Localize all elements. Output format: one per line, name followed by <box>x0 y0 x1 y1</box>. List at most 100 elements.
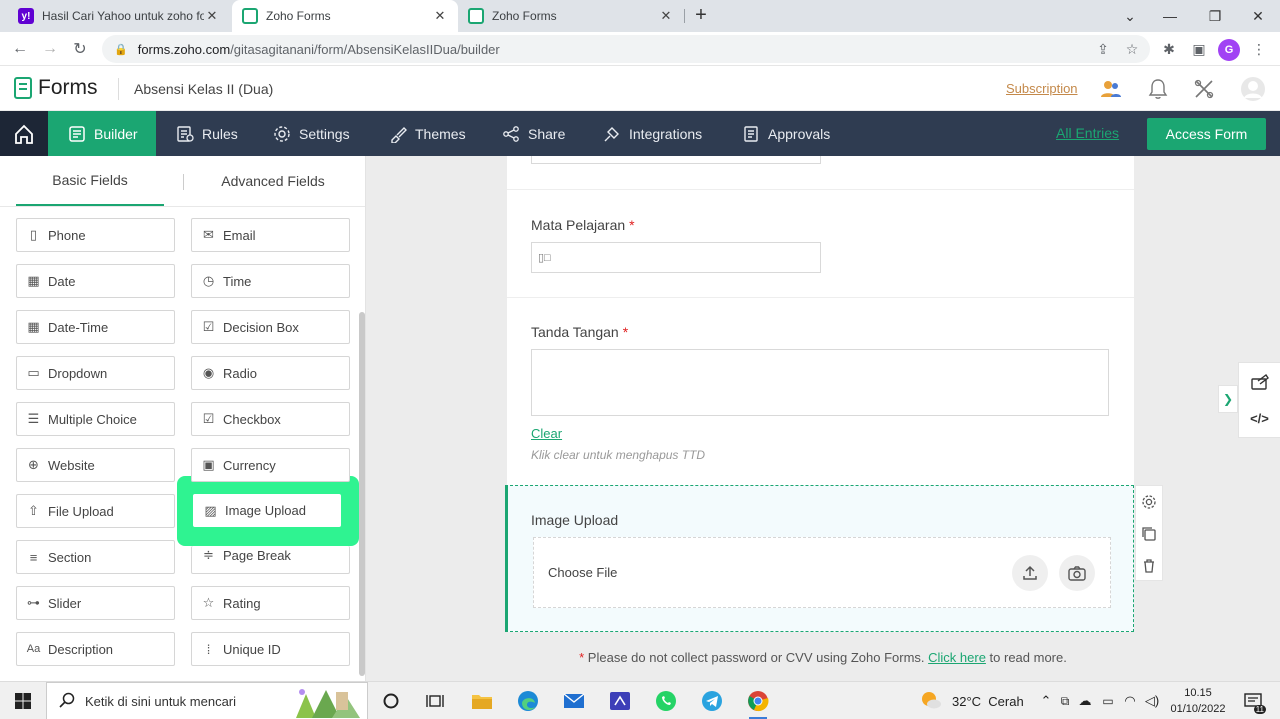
clear-signature-link[interactable]: Clear <box>531 426 562 441</box>
tray-chevron-icon[interactable]: ⌃ <box>1034 682 1058 719</box>
vscode-style-app-icon[interactable] <box>605 686 635 716</box>
cortana-circle-icon[interactable] <box>376 686 406 716</box>
start-button[interactable] <box>0 682 46 719</box>
notification-center-icon[interactable]: 11 <box>1240 682 1266 719</box>
field-email[interactable]: ✉ Email <box>191 218 350 252</box>
close-window-icon[interactable]: ✕ <box>1238 0 1278 32</box>
image-upload-dropzone[interactable]: Choose File <box>533 537 1111 608</box>
url-field[interactable]: 🔒 forms.zoho.com/gitasagitanani/form/Abs… <box>102 35 1150 63</box>
reload-icon[interactable]: ↻ <box>68 37 92 61</box>
click-here-link[interactable]: Click here <box>928 650 986 665</box>
nav-rules[interactable]: Rules <box>176 111 238 156</box>
upload-button[interactable] <box>1012 555 1048 591</box>
edge-browser-icon[interactable] <box>513 686 543 716</box>
field-checkbox[interactable]: ☑ Checkbox <box>191 402 350 436</box>
field-dropdown[interactable]: ▭ Dropdown <box>16 356 175 390</box>
nav-themes[interactable]: Themes <box>389 111 466 156</box>
minimize-icon[interactable]: — <box>1150 0 1190 32</box>
weather-text: 32°C Cerah <box>952 693 1024 709</box>
share-page-icon[interactable]: ⇪ <box>1092 38 1114 60</box>
user-avatar-icon[interactable] <box>1240 76 1266 102</box>
field-date[interactable]: ▦ Date <box>16 264 175 298</box>
close-tab-icon[interactable]: ✕ <box>204 8 220 24</box>
mail-icon[interactable] <box>559 686 589 716</box>
field-date-time[interactable]: ▦ Date-Time <box>16 310 175 344</box>
browser-tab-zoho-forms[interactable]: Zoho Forms ✕ <box>458 0 684 32</box>
nav-approvals[interactable]: Approvals <box>742 111 830 156</box>
field-image-upload[interactable]: ▨ Image Upload <box>193 494 341 527</box>
back-icon[interactable]: ← <box>8 37 32 61</box>
restore-icon[interactable]: ❐ <box>1195 0 1235 32</box>
section-icon: ≡ <box>29 549 38 565</box>
tools-icon[interactable] <box>1191 76 1217 102</box>
wifi-icon[interactable]: ◠ <box>1120 682 1140 719</box>
delete-field-trash-icon[interactable] <box>1136 550 1162 582</box>
expand-panel-chevron-icon[interactable]: ❯ <box>1218 385 1238 413</box>
chrome-menu-icon[interactable]: ⋮ <box>1248 38 1270 60</box>
field-phone[interactable]: ▯ Phone <box>16 218 175 252</box>
side-panel-icon[interactable]: ▣ <box>1188 38 1210 60</box>
bookmark-star-icon[interactable]: ☆ <box>1121 38 1143 60</box>
mata-pelajaran-input[interactable]: ▯□ <box>531 242 821 273</box>
meet-now-icon[interactable]: ⧉ <box>1056 682 1074 719</box>
file-explorer-icon[interactable] <box>467 686 497 716</box>
nav-share[interactable]: Share <box>502 111 565 156</box>
whatsapp-icon[interactable] <box>651 686 681 716</box>
code-embed-icon[interactable]: </> <box>1239 400 1280 437</box>
camera-button[interactable] <box>1059 555 1095 591</box>
field-slider[interactable]: ⊶ Slider <box>16 586 175 620</box>
weather-widget[interactable]: 32°C Cerah <box>920 682 1024 719</box>
nav-builder[interactable]: Builder <box>48 111 156 156</box>
field-currency[interactable]: ▣ Currency <box>191 448 350 482</box>
home-button[interactable] <box>0 111 48 156</box>
telegram-icon[interactable] <box>697 686 727 716</box>
browser-tab-yahoo[interactable]: y! Hasil Cari Yahoo untuk zoho form ✕ <box>8 0 230 32</box>
field-website[interactable]: ⊕ Website <box>16 448 175 482</box>
extensions-puzzle-icon[interactable]: ✱ <box>1158 38 1180 60</box>
task-view-icon[interactable] <box>420 686 450 716</box>
required-asterisk: * <box>622 324 629 340</box>
subscription-link[interactable]: Subscription <box>1006 81 1078 96</box>
image-upload-field-selected[interactable]: Image Upload Choose File <box>505 485 1134 632</box>
profile-avatar[interactable]: G <box>1218 39 1240 61</box>
nav-settings[interactable]: Settings <box>273 111 350 156</box>
new-tab-button[interactable]: + <box>690 4 712 28</box>
field-rating[interactable]: ☆ Rating <box>191 586 350 620</box>
envelope-icon: ✉ <box>203 227 214 242</box>
field-description[interactable]: Aa Description <box>16 632 175 666</box>
field-multiple-choice[interactable]: ☰ Multiple Choice <box>16 402 175 436</box>
fields-scrollbar[interactable] <box>359 312 365 676</box>
tanda-tangan-label: Tanda Tangan * <box>531 324 628 340</box>
system-clock[interactable]: 10.15 01/10/2022 <box>1166 685 1230 717</box>
nav-integrations[interactable]: Integrations <box>603 111 702 156</box>
forward-icon[interactable]: → <box>38 37 62 61</box>
close-tab-icon[interactable]: ✕ <box>432 8 448 24</box>
field-file-upload[interactable]: ⇧ File Upload <box>16 494 175 528</box>
chrome-icon[interactable] <box>743 686 773 719</box>
previous-field-input[interactable] <box>531 156 821 164</box>
field-radio[interactable]: ◉ Radio <box>191 356 350 390</box>
browser-tab-zoho-forms-active[interactable]: Zoho Forms ✕ <box>232 0 458 32</box>
close-tab-icon[interactable]: ✕ <box>658 8 674 24</box>
access-form-button[interactable]: Access Form <box>1147 118 1266 150</box>
users-icon[interactable] <box>1098 76 1124 102</box>
all-entries-link[interactable]: All Entries <box>1056 125 1119 141</box>
field-decision-box[interactable]: ☑ Decision Box <box>191 310 350 344</box>
tab-basic-fields[interactable]: Basic Fields <box>16 156 164 206</box>
clock-date: 01/10/2022 <box>1170 703 1226 715</box>
field-section[interactable]: ≡ Section <box>16 540 175 574</box>
tab-advanced-fields[interactable]: Advanced Fields <box>196 156 350 206</box>
cloud-icon[interactable]: ☁ <box>1076 682 1094 719</box>
field-settings-gear-icon[interactable] <box>1136 486 1162 518</box>
volume-icon[interactable]: ◁) <box>1142 682 1162 719</box>
forms-logo[interactable]: Forms <box>14 76 98 100</box>
battery-icon[interactable]: ▭ <box>1098 682 1118 719</box>
theme-preview-icon[interactable] <box>1239 363 1280 400</box>
field-time[interactable]: ◷ Time <box>191 264 350 298</box>
field-unique-id[interactable]: ⁞ Unique ID <box>191 632 350 666</box>
bell-icon[interactable] <box>1145 76 1171 102</box>
field-page-break[interactable]: ≑ Page Break <box>191 546 350 574</box>
signature-pad[interactable] <box>531 349 1109 416</box>
tab-search-chevron-icon[interactable]: ⌄ <box>1110 0 1150 32</box>
duplicate-field-icon[interactable] <box>1136 518 1162 550</box>
